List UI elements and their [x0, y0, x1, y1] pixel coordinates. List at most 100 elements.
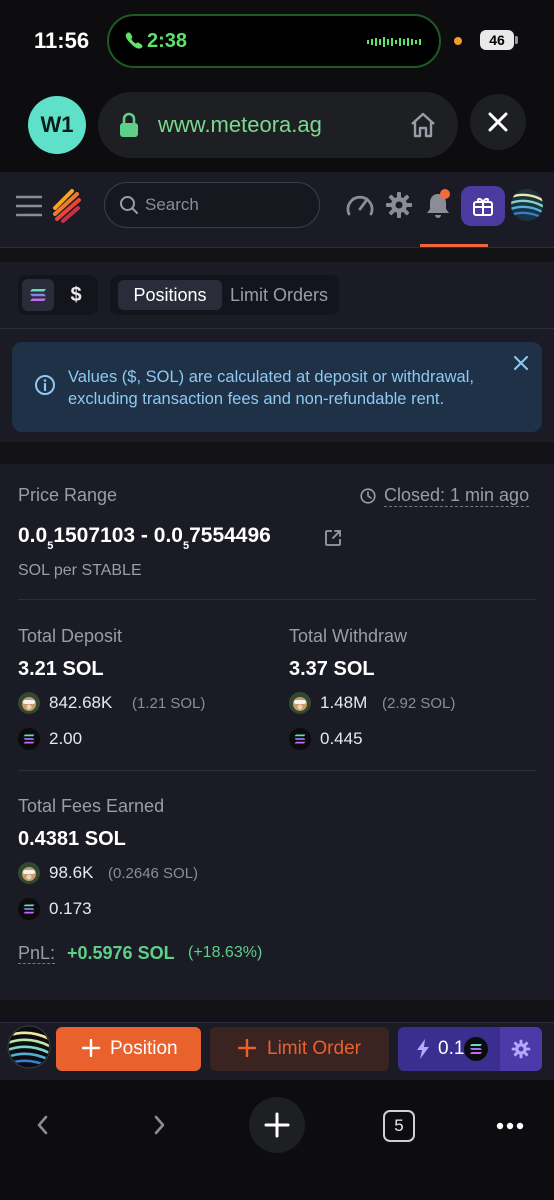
plus-icon — [238, 1039, 256, 1057]
meteora-logo-icon[interactable] — [52, 188, 82, 224]
price-range-value: 0.051507103 - 0.057554496 — [18, 524, 271, 552]
total-deposit-label: Total Deposit — [18, 626, 123, 646]
privacy-indicator — [454, 37, 462, 45]
dynamic-island[interactable]: 2:38 — [107, 14, 441, 68]
monkey-token-icon — [18, 862, 40, 884]
info-icon — [35, 375, 55, 395]
settings-gear-icon — [511, 1039, 531, 1059]
add-position-button[interactable]: Position — [56, 1027, 201, 1071]
info-banner-text: Values ($, SOL) are calculated at deposi… — [68, 368, 474, 408]
withdraw-sol-amount: 0.445 — [320, 729, 363, 748]
fees-token-amount: 98.6K — [49, 863, 94, 882]
app-header — [0, 172, 554, 248]
total-deposit-value: 3.21 SOL — [18, 658, 104, 680]
wallet-avatar-icon[interactable] — [510, 188, 544, 222]
search-box[interactable] — [104, 182, 320, 228]
external-link-icon[interactable] — [324, 529, 342, 547]
currency-toggle[interactable]: $ — [18, 275, 98, 315]
position-tabs: Positions Limit Orders — [110, 275, 339, 315]
battery-icon: 46 — [480, 30, 514, 50]
phone-icon — [125, 32, 143, 49]
total-fees-label: Total Fees Earned — [18, 796, 165, 816]
deposit-token-sol-equivalent: (1.21 SOL) — [132, 695, 206, 712]
range-low-digits: 1507103 — [53, 524, 136, 547]
divider — [18, 599, 536, 600]
forward-arrow-icon[interactable] — [150, 1114, 168, 1136]
solana-icon — [30, 289, 46, 301]
quick-buy-settings-button[interactable] — [500, 1027, 542, 1071]
new-tab-button[interactable] — [249, 1097, 305, 1153]
price-range-label: Price Range — [18, 485, 118, 505]
browser-nav-bar: 5 — [0, 1080, 554, 1200]
call-timer: 2:38 — [147, 30, 188, 52]
search-input[interactable] — [145, 193, 305, 217]
back-arrow-icon[interactable] — [34, 1114, 52, 1136]
settings-gear-icon[interactable] — [385, 191, 413, 219]
monkey-token-icon — [18, 692, 40, 714]
close-icon — [488, 112, 508, 132]
active-nav-indicator — [420, 244, 488, 247]
url-bar[interactable]: www.meteora.ag — [98, 92, 458, 158]
speedometer-icon[interactable] — [345, 192, 375, 218]
action-bar: Position Limit Order 0.1 — [0, 1022, 554, 1080]
quick-buy-amount: 0.1 — [438, 1038, 465, 1059]
browser-avatar[interactable]: W1 — [28, 96, 86, 154]
clock-icon — [360, 488, 376, 504]
sol-currency-option[interactable] — [22, 279, 54, 311]
usd-currency-option[interactable]: $ — [64, 281, 88, 309]
fees-token-sol-equivalent: (0.2646 SOL) — [108, 865, 199, 882]
add-limit-order-label: Limit Order — [267, 1038, 361, 1059]
lightning-icon — [417, 1039, 429, 1059]
closed-time[interactable]: Closed: 1 min ago — [384, 484, 530, 507]
plus-icon — [264, 1112, 290, 1138]
add-position-label: Position — [110, 1038, 178, 1059]
rewards-button[interactable] — [461, 186, 505, 226]
deposit-token-amount: 842.68K — [49, 693, 113, 712]
range-low-lead: 0.0 — [18, 524, 48, 547]
browser-bar: W1 www.meteora.ag — [0, 80, 554, 172]
lock-icon — [120, 112, 138, 137]
total-withdraw-value: 3.37 SOL — [289, 658, 375, 680]
dismiss-banner-icon[interactable] — [514, 356, 528, 370]
more-options-icon[interactable] — [496, 1122, 524, 1130]
battery-nub — [515, 36, 518, 44]
range-separator: - — [135, 524, 154, 547]
solana-token-icon — [289, 728, 311, 750]
plus-icon — [82, 1039, 100, 1057]
tab-positions[interactable]: Positions — [118, 280, 222, 310]
info-banner: Values ($, SOL) are calculated at deposi… — [12, 342, 542, 432]
range-high-lead: 0.0 — [153, 524, 183, 547]
withdraw-token-amount: 1.48M — [320, 693, 368, 712]
divider — [0, 328, 554, 329]
tab-limit-orders[interactable]: Limit Orders — [226, 280, 332, 310]
clock-time: 11:56 — [34, 28, 90, 53]
tab-switcher-button[interactable]: 5 — [383, 1110, 415, 1142]
solana-token-icon — [464, 1037, 488, 1061]
notification-dot — [440, 189, 450, 199]
pnl-value: +0.5976 SOL — [67, 943, 175, 963]
withdraw-token-sol-equivalent: (2.92 SOL) — [382, 695, 456, 712]
total-withdraw-label: Total Withdraw — [289, 626, 408, 646]
hamburger-menu-icon[interactable] — [16, 194, 42, 218]
fees-sol-amount: 0.173 — [49, 899, 92, 918]
audio-wave-icon — [367, 37, 421, 47]
close-tab-button[interactable] — [470, 94, 526, 150]
deposit-sol-amount: 2.00 — [49, 729, 83, 748]
total-fees-value: 0.4381 SOL — [18, 828, 126, 850]
quick-buy-button[interactable]: 0.1 — [398, 1027, 500, 1071]
add-limit-order-button[interactable]: Limit Order — [210, 1027, 389, 1071]
pnl-label[interactable]: PnL: — [18, 943, 56, 964]
status-bar: 11:56 2:38 46 — [0, 0, 554, 80]
solana-token-icon — [18, 728, 40, 750]
gift-icon — [473, 198, 493, 216]
search-icon — [120, 196, 138, 214]
home-icon[interactable] — [408, 110, 438, 140]
pnl-percent: (+18.63%) — [188, 944, 263, 961]
url-text: www.meteora.ag — [158, 112, 322, 137]
price-unit: SOL per STABLE — [18, 562, 142, 579]
monkey-token-icon — [289, 692, 311, 714]
wallet-avatar-icon[interactable] — [7, 1025, 51, 1069]
solana-token-icon — [18, 898, 40, 920]
divider — [18, 770, 536, 771]
range-high-digits: 7554496 — [189, 524, 271, 547]
